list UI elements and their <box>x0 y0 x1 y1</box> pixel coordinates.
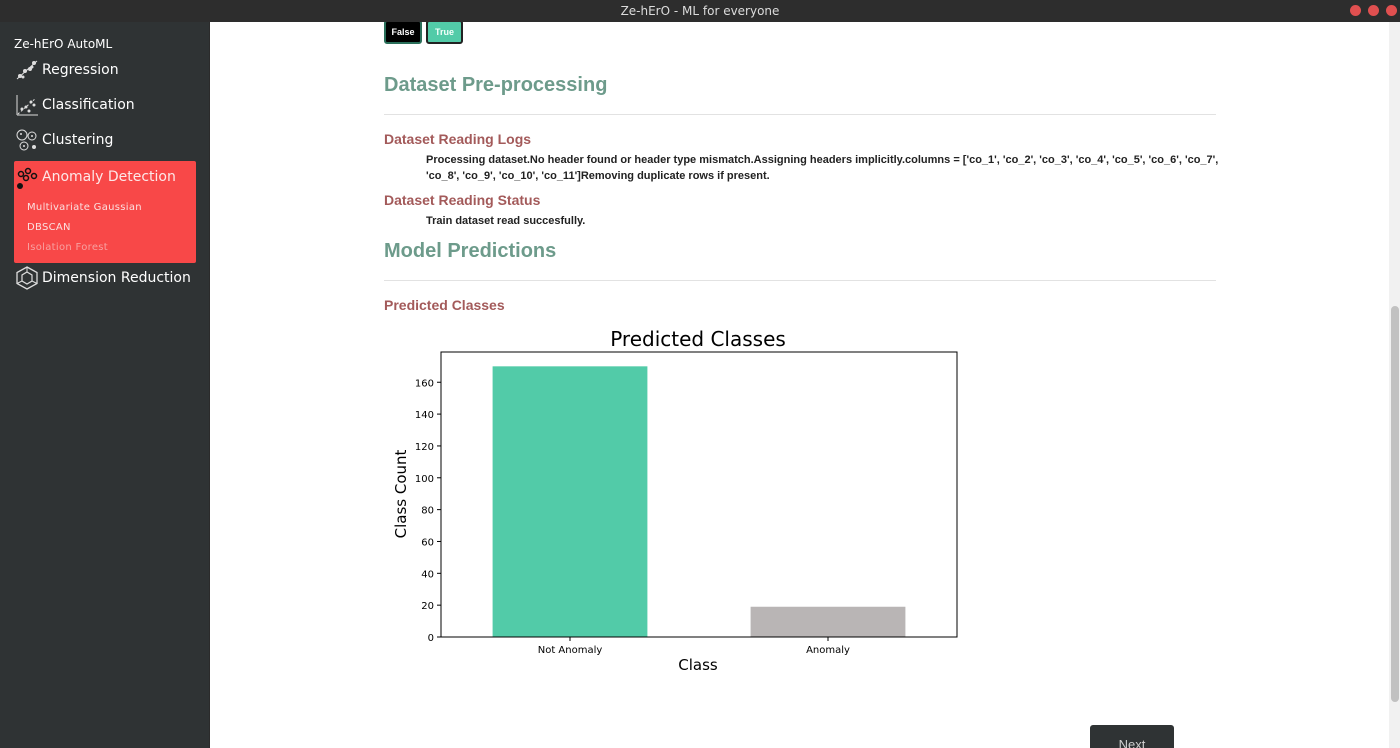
subitem-isolation-forest[interactable]: Isolation Forest <box>27 242 108 253</box>
dimension-reduction-icon <box>16 266 38 290</box>
status-heading: Dataset Reading Status <box>384 192 541 208</box>
y-tick-label: 120 <box>415 442 434 453</box>
toggle-false-button[interactable]: False <box>384 22 422 44</box>
y-tick-label: 20 <box>421 601 434 612</box>
window-title: Ze-hErO - ML for everyone <box>620 4 780 18</box>
anomaly-icon <box>17 167 38 189</box>
window-titlebar: Ze-hErO - ML for everyone <box>0 0 1400 22</box>
scrollbar-thumb[interactable] <box>1391 306 1399 702</box>
logs-text-line1: Processing dataset.No header found or he… <box>426 154 1219 166</box>
sidebar-item-dimension-reduction[interactable]: Dimension Reduction <box>14 263 196 293</box>
main-content: False True Dataset Pre-processing Datase… <box>210 22 1389 748</box>
subitem-dbscan[interactable]: DBSCAN <box>27 222 71 233</box>
next-button[interactable]: Next <box>1090 725 1174 748</box>
y-tick-label: 80 <box>421 506 434 517</box>
sidebar-item-regression[interactable]: Regression <box>14 55 196 85</box>
logs-heading: Dataset Reading Logs <box>384 131 532 147</box>
brand-title: Ze-hErO AutoML <box>14 37 113 51</box>
bar-anomaly <box>750 606 906 637</box>
y-tick-label: 160 <box>415 378 434 389</box>
close-button[interactable] <box>1386 5 1397 16</box>
y-tick-label: 100 <box>415 474 434 485</box>
sidebar-item-anomaly-detection[interactable]: Anomaly Detection <box>14 162 196 192</box>
sidebar: Ze-hErO AutoML Regression Classification… <box>0 22 209 748</box>
sidebar-item-label: Regression <box>42 62 119 78</box>
x-tick-label: Not Anomaly <box>538 645 603 656</box>
sidebar-item-label: Dimension Reduction <box>42 270 191 286</box>
sidebar-item-classification[interactable]: Classification <box>14 90 196 120</box>
toggle-true-button[interactable]: True <box>426 22 463 44</box>
sidebar-item-label: Classification <box>42 97 135 113</box>
section-heading-preprocessing: Dataset Pre-processing <box>384 74 608 96</box>
predicted-classes-heading: Predicted Classes <box>384 297 505 313</box>
divider <box>384 114 1216 115</box>
regression-icon <box>16 60 38 80</box>
x-tick-label: Anomaly <box>806 645 850 656</box>
section-heading-predictions: Model Predictions <box>384 240 557 262</box>
chart-xlabel: Class <box>678 656 718 674</box>
clustering-icon <box>16 129 37 151</box>
sidebar-item-label: Anomaly Detection <box>42 169 176 185</box>
chart-ylabel: Class Count <box>392 449 410 538</box>
predicted-classes-chart: Predicted Classes 0 20 40 60 80 100 120 140 160 N… <box>392 327 958 674</box>
minimize-button[interactable] <box>1350 5 1361 16</box>
sidebar-item-label: Clustering <box>42 132 114 148</box>
status-text: Train dataset read succesfully. <box>426 215 586 227</box>
bar-not-anomaly <box>492 366 648 637</box>
y-tick-label: 0 <box>428 633 434 644</box>
classification-icon <box>16 95 38 116</box>
subitem-multivariate-gaussian[interactable]: Multivariate Gaussian <box>27 202 142 213</box>
y-tick-label: 60 <box>421 537 434 548</box>
logs-text-line2: 'co_8', 'co_9', 'co_10', 'co_11']Removin… <box>426 170 770 182</box>
y-tick-label: 40 <box>421 569 434 580</box>
divider <box>384 280 1216 281</box>
maximize-button[interactable] <box>1368 5 1379 16</box>
sidebar-item-clustering[interactable]: Clustering <box>14 125 196 155</box>
y-tick-label: 140 <box>415 410 434 421</box>
chart-title: Predicted Classes <box>610 327 786 351</box>
